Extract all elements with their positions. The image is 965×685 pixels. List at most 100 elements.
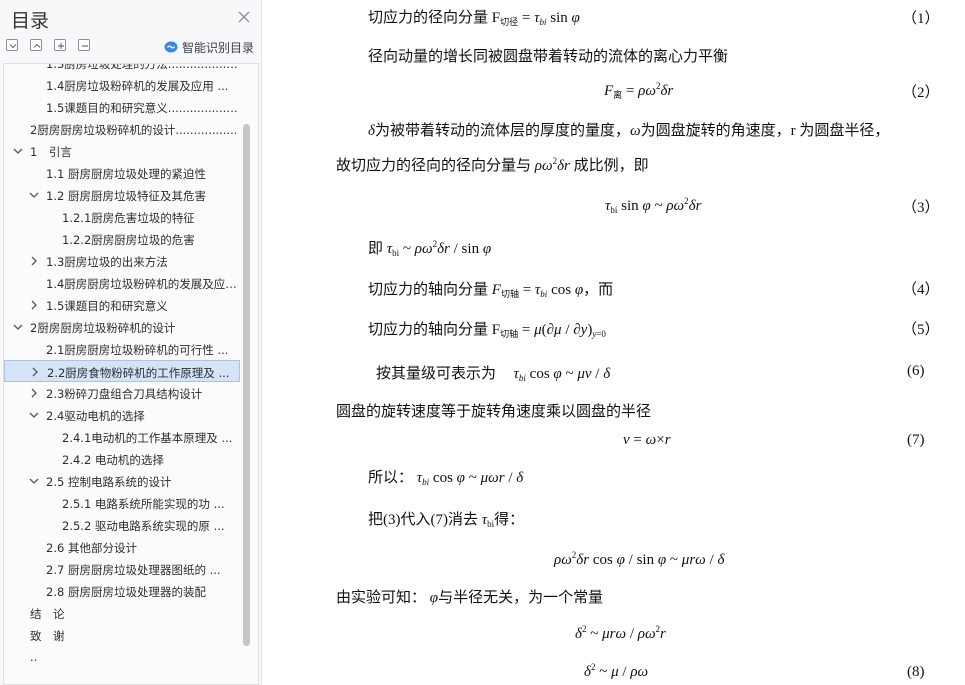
toc-item[interactable]: ..	[4, 646, 240, 668]
chevron-down-icon[interactable]	[28, 475, 40, 487]
toc-item-label: 1.4厨房垃圾粉碎机的发展及应用 ...	[46, 79, 229, 93]
equation-combined: ρω2δr cos φ / sin φ ~ μrω / δ	[554, 550, 725, 568]
toc-item-label: 2.5.2 驱动电路系统实现的原 ...	[62, 519, 225, 533]
toc-item[interactable]: 1.3厨房垃圾处理的方法.......................	[4, 63, 240, 74]
eq5-number: （5）	[902, 322, 940, 338]
paragraph-definitions: δ为被带着转动的流体层的厚度的量度，ω为圆盘旋转的角速度，r 为圆盘半径，	[368, 123, 890, 139]
toc-item-label: 1 引言	[30, 145, 72, 159]
toc-item-label: 2.1厨房厨房垃圾粉碎机的可行性 ...	[46, 343, 229, 357]
equation-1: 切应力的径向分量 F切径 = τbi sin φ	[368, 10, 580, 27]
toc-item-label: 2.3粉碎刀盘组合刀具结构设计	[46, 387, 203, 401]
toc-item[interactable]: 1 引言	[4, 140, 240, 162]
toc-item-label: 1.1 厨房厨房垃圾处理的紧迫性	[46, 167, 206, 181]
equation-2: F离 = ρω2δr	[604, 81, 674, 100]
toc-item-label: 1.4厨房厨房垃圾粉碎机的发展及应用 ...	[46, 277, 238, 291]
chevron-right-icon[interactable]	[28, 255, 40, 267]
toc-tree: 1.3厨房垃圾处理的方法....................... 1.4厨房…	[3, 63, 259, 685]
collapse-all-icon[interactable]	[30, 39, 42, 51]
smart-recognize-icon	[164, 41, 178, 53]
equation-derived: 即 τbi ~ ρω2δr / sin φ	[368, 239, 492, 258]
para-text-a: 为被带着转动的流体层的厚度的量度，	[374, 123, 630, 139]
equation-7: ν = ω×r	[623, 432, 671, 448]
eq4-number: （4）	[902, 282, 940, 298]
toc-item[interactable]: 1.1 厨房厨房垃圾处理的紧迫性	[4, 162, 240, 184]
toc-item[interactable]: 2.7 厨房厨房垃圾处理器图纸的 ...	[4, 558, 240, 580]
equation-5: 切应力的轴向分量 F切轴 = μ(∂μ / ∂y)y=0	[368, 322, 606, 339]
equation-3: τbi sin φ ~ ρω2δr	[605, 196, 702, 215]
toc-item-label: 1.3厨房垃圾处理的方法.......................	[46, 63, 238, 71]
paragraph-experiment: 由实验可知： φ与半径无关，为一个常量	[336, 590, 604, 606]
chevron-down-icon[interactable]	[28, 189, 40, 201]
toc-item[interactable]: 2.4.2 电动机的选择	[4, 448, 240, 470]
sub-text-end: 得：	[494, 512, 525, 528]
chevron-down-icon[interactable]	[28, 409, 40, 421]
toc-item[interactable]: 1.2.2厨房厨房垃圾的危害	[4, 228, 240, 250]
smart-toc-label: 智能识别目录	[182, 40, 255, 55]
toc-item[interactable]: 2.8 厨房厨房垃圾处理器的装配	[4, 580, 240, 602]
toc-item-label: 2.4.2 电动机的选择	[62, 453, 164, 467]
document-page: 切应力的径向分量 F切径 = τbi sin φ （1） 径向动量的增长同被圆盘…	[270, 0, 965, 685]
toc-toolbar: 智能识别目录	[0, 36, 262, 58]
toc-item[interactable]: 结 论	[4, 602, 240, 624]
eq8-number: (8)	[907, 664, 925, 680]
toc-item-label: 1.2.2厨房厨房垃圾的危害	[62, 233, 195, 247]
equation-8: δ2 ~ μ / ρω	[584, 662, 649, 680]
eq1-number: （1）	[902, 11, 940, 27]
toc-item[interactable]: 1.5课题目的和研究意义.......................	[4, 96, 240, 118]
toc-item[interactable]: 1.3厨房垃圾的出来方法	[4, 250, 240, 272]
toc-scrollbar[interactable]	[243, 124, 250, 646]
paragraph-proportional: 故切应力的径向的径向分量与 ρω2δr 成比例，即	[336, 156, 649, 174]
toc-item[interactable]: 1.5课题目的和研究意义	[4, 294, 240, 316]
expand-all-icon[interactable]	[6, 39, 18, 51]
toc-item[interactable]: 1.4厨房厨房垃圾粉碎机的发展及应用 ...	[4, 272, 240, 294]
toc-item-label: 2厨房厨房垃圾粉碎机的设计.................	[30, 123, 238, 137]
so-text: 所以：	[368, 470, 414, 486]
exp-text-end: 与半径无关，为一个常量	[438, 590, 604, 606]
ji-text: 即	[368, 241, 384, 257]
toc-item-label: 结 论	[30, 607, 65, 621]
equation-6: 按其量级可表示为 τbi cos φ ~ μν / δ	[376, 366, 611, 383]
smart-toc-button[interactable]: 智能识别目录	[164, 38, 254, 56]
toc-item[interactable]: 2厨房厨房垃圾粉碎机的设计	[4, 316, 240, 338]
close-icon[interactable]	[236, 9, 252, 25]
chevron-right-icon[interactable]	[29, 366, 41, 378]
toc-item-label: 2.5 控制电路系统的设计	[46, 475, 172, 489]
toc-item[interactable]: 2.6 其他部分设计	[4, 536, 240, 558]
chevron-right-icon[interactable]	[28, 387, 40, 399]
eq6-number: (6)	[907, 363, 925, 379]
toc-item[interactable]: 2厨房厨房垃圾粉碎机的设计.................	[4, 118, 240, 140]
toc-item[interactable]: 1.2 厨房厨房垃圾特征及其危害	[4, 184, 240, 206]
toc-item[interactable]: 2.4驱动电机的选择	[4, 404, 240, 426]
toc-item-label: 1.2.1厨房危害垃圾的特征	[62, 211, 195, 225]
toc-item-label: 1.3厨房垃圾的出来方法	[46, 255, 168, 269]
remove-heading-icon[interactable]	[78, 39, 90, 51]
toc-item[interactable]: 1.4厨房垃圾粉碎机的发展及应用 ...	[4, 74, 240, 96]
chevron-down-icon[interactable]	[12, 321, 24, 333]
toc-item-label: 2.6 其他部分设计	[46, 541, 137, 555]
toc-item[interactable]: 2.5.1 电路系统所能实现的功 ...	[4, 492, 240, 514]
para-text-d: 成比例，即	[573, 158, 649, 174]
toc-item[interactable]: 2.4.1电动机的工作基本原理及 ...	[4, 426, 240, 448]
eq4-text: 切应力的轴向分量	[368, 282, 489, 298]
paragraph-substitute: 把(3)代入(7)消去 τbi得：	[368, 512, 525, 529]
toc-item[interactable]: 2.5.2 驱动电路系统实现的原 ...	[4, 514, 240, 536]
toc-item-label: 2.4.1电动机的工作基本原理及 ...	[62, 431, 233, 445]
toc-item-label: 2.2厨房食物粉碎机的工作原理及 ...	[47, 366, 230, 380]
toc-item-label: 1.5课题目的和研究意义.......................	[46, 101, 238, 115]
eq4-text-end: ，而	[583, 282, 614, 298]
add-heading-icon[interactable]	[54, 39, 66, 51]
chevron-right-icon[interactable]	[28, 299, 40, 311]
chevron-down-icon[interactable]	[12, 145, 24, 157]
paragraph-centrifugal: 径向动量的增长同被圆盘带着转动的流体的离心力平衡	[368, 49, 729, 65]
eq3-number: （3）	[902, 200, 940, 216]
eq1-text: 切应力的径向分量	[368, 10, 489, 26]
equation-4: 切应力的轴向分量 F切轴 = τbi cos φ，而	[368, 282, 614, 299]
toc-item-label: 2.5.1 电路系统所能实现的功 ...	[62, 497, 225, 511]
toc-item[interactable]: 致 谢	[4, 624, 240, 646]
toc-item[interactable]: 2.5 控制电路系统的设计	[4, 470, 240, 492]
toc-item[interactable]: 2.2厨房食物粉碎机的工作原理及 ...	[4, 360, 240, 382]
toc-header: 目录	[0, 0, 262, 34]
toc-item[interactable]: 1.2.1厨房危害垃圾的特征	[4, 206, 240, 228]
toc-item[interactable]: 2.1厨房厨房垃圾粉碎机的可行性 ...	[4, 338, 240, 360]
toc-item[interactable]: 2.3粉碎刀盘组合刀具结构设计	[4, 382, 240, 404]
